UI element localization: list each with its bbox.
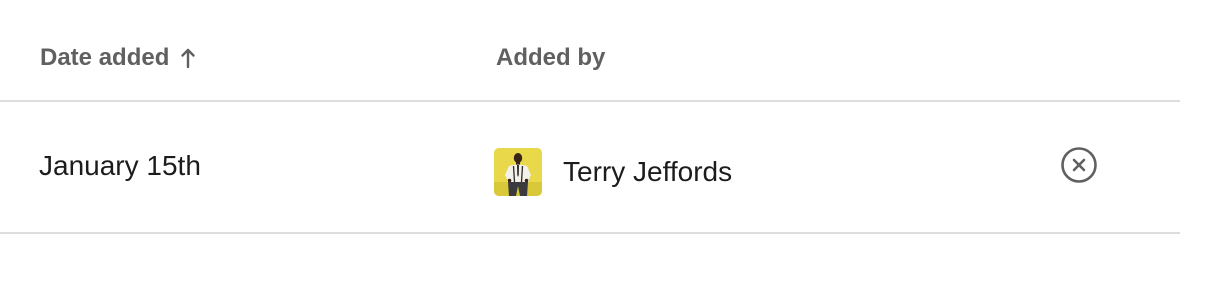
added-by-cell: Terry Jeffords xyxy=(494,148,732,196)
members-table: Date added Added by January 15th Terry J… xyxy=(0,0,1180,234)
table-row: January 15th Terry Jeffords xyxy=(0,102,1180,234)
remove-button[interactable] xyxy=(1060,146,1098,184)
user-avatar xyxy=(494,148,542,196)
arrow-up-icon xyxy=(179,46,197,70)
column-header-date-added[interactable]: Date added xyxy=(40,44,197,72)
column-header-added-by: Added by xyxy=(496,44,605,72)
date-added-cell: January 15th xyxy=(39,150,201,181)
user-name[interactable]: Terry Jeffords xyxy=(563,156,732,188)
column-header-date-added-label: Date added xyxy=(40,44,170,71)
table-header: Date added Added by xyxy=(0,0,1180,102)
remove-circle-x-icon xyxy=(1061,147,1097,183)
column-header-added-by-label: Added by xyxy=(496,44,606,71)
